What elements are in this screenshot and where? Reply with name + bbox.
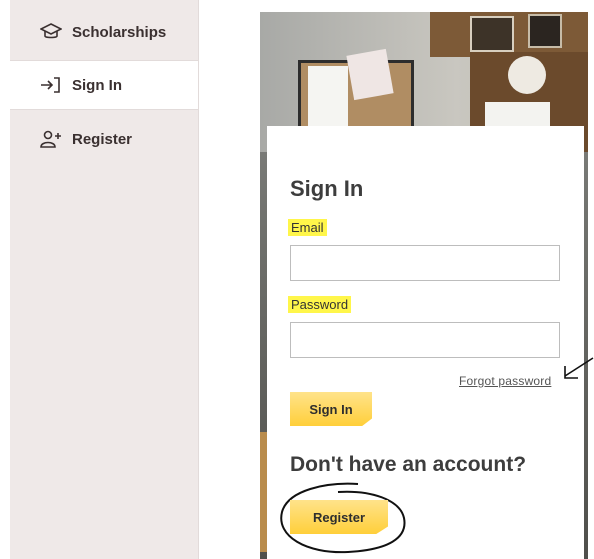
sign-in-icon	[40, 74, 62, 96]
annotation-arrow-icon	[564, 357, 594, 379]
email-field[interactable]	[290, 245, 560, 281]
sidebar-item-label: Scholarships	[72, 23, 167, 41]
photo-frame	[470, 16, 514, 52]
register-button[interactable]: Register	[290, 500, 388, 534]
sidebar: Scholarships Sign In Register	[10, 0, 199, 559]
page-title: Sign In	[290, 176, 364, 201]
sign-in-button[interactable]: Sign In	[290, 392, 372, 426]
password-label: Password	[288, 296, 352, 313]
photo-frame	[528, 14, 562, 48]
photo-round-sign	[508, 56, 546, 94]
graduation-cap-icon	[40, 21, 62, 43]
forgot-password-link[interactable]: Forgot password	[459, 374, 551, 388]
sidebar-item-sign-in[interactable]: Sign In	[10, 60, 198, 110]
photo-paper	[346, 48, 394, 101]
photo-paper	[308, 66, 348, 126]
add-user-icon	[40, 128, 62, 150]
email-label: Email	[288, 219, 327, 236]
sidebar-item-register[interactable]: Register	[10, 114, 198, 164]
password-field[interactable]	[290, 322, 560, 358]
no-account-heading: Don't have an account?	[290, 453, 527, 476]
sidebar-item-label: Sign In	[72, 76, 122, 94]
sidebar-item-scholarships[interactable]: Scholarships	[10, 7, 198, 57]
sidebar-item-label: Register	[72, 130, 133, 148]
